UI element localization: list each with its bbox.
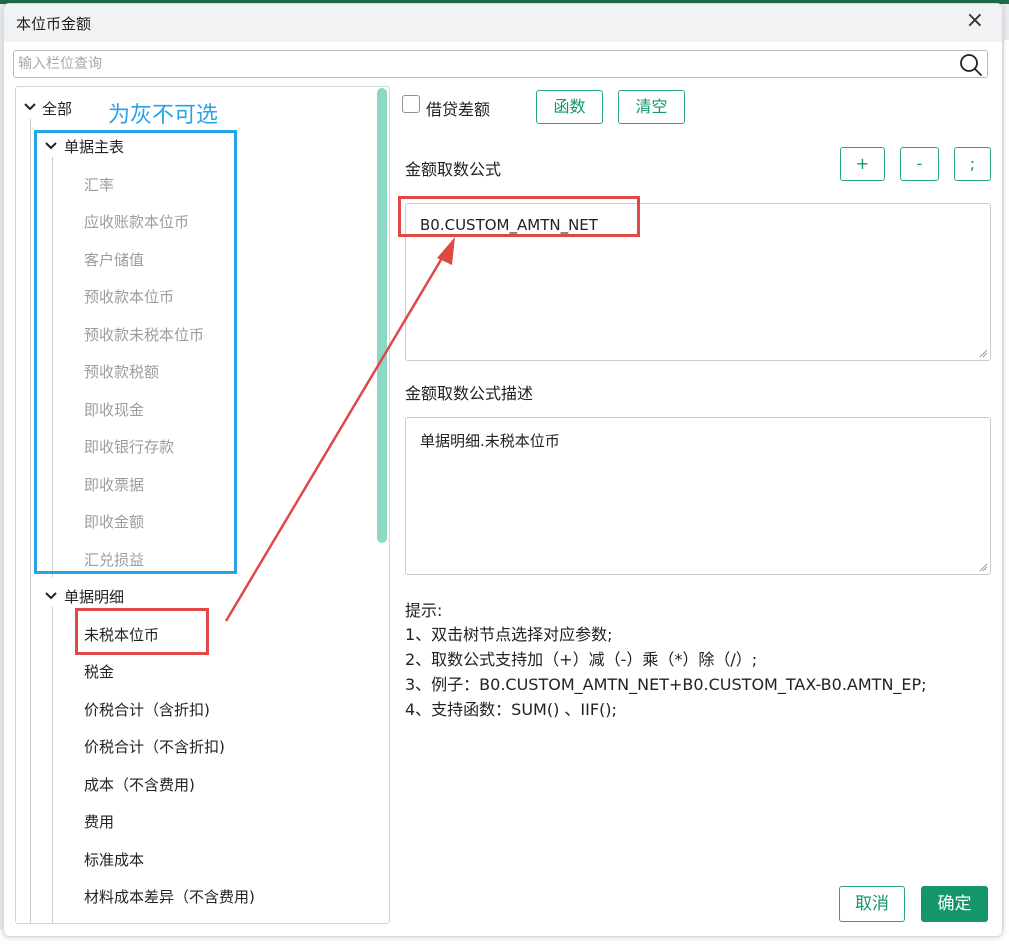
clear-button[interactable]: 清空 [618,90,685,124]
debit-credit-checkbox[interactable] [402,95,420,113]
tree-item[interactable]: 费用 [84,811,114,832]
dialog-titlebar: 本位币金额 × [4,4,1002,42]
field-search-input[interactable] [18,54,948,74]
annotation-disabled-note: 为灰不可选 [108,103,219,128]
tree-item[interactable]: 价税合计（含折扣) [84,699,210,720]
chevron-down-icon[interactable] [44,589,58,603]
chevron-down-icon[interactable] [23,100,37,114]
annotation-disabled-group-box [34,130,237,574]
tree-guide-line [52,607,53,923]
plus-button[interactable]: + [840,147,885,181]
tree-item[interactable]: 标准成本 [84,849,144,870]
tree-group-header[interactable]: 单据明细 [64,586,124,607]
hint-line: 4、支持函数：SUM() 、IIF(); [405,700,617,719]
background-app-edge [1004,40,1009,940]
tree-item[interactable]: 税金 [84,661,114,682]
annotation-selected-item-box [75,608,209,655]
tree-scrollbar[interactable] [377,88,387,543]
resize-grip-icon[interactable] [978,562,988,572]
hint-line: 2、取数公式支持加（+）减（-）乘（*）除（/）; [405,650,758,669]
tree-item[interactable]: 材料成本差异（不含费用) [84,886,255,907]
field-search-box [13,50,988,78]
formula-description-label: 金额取数公式描述 [405,384,534,403]
debit-credit-label[interactable]: 借贷差额 [426,96,490,120]
tree-item[interactable]: 成本（不含费用) [84,774,195,795]
formula-description-value: 单据明细.未税本位币 [420,432,560,450]
hint-line: 1、双击树节点选择对应参数; [405,625,613,644]
minus-button[interactable]: - [900,147,939,181]
hint-line: 3、例子：B0.CUSTOM_AMTN_NET+B0.CUSTOM_TAX-B0… [405,675,927,694]
cancel-button[interactable]: 取消 [839,886,905,922]
tree-node-root[interactable]: 全部 [42,98,72,119]
formula-label: 金额取数公式 [405,160,502,179]
annotation-formula-box [398,196,640,237]
resize-grip-icon[interactable] [978,348,988,358]
dialog-title: 本位币金额 [16,15,92,33]
close-icon[interactable]: × [966,9,984,33]
tree-guide-line [30,119,31,923]
confirm-button[interactable]: 确定 [921,886,988,922]
function-button[interactable]: 函数 [536,90,603,124]
hint-title: 提示: [405,601,443,620]
field-tree-panel: 全部 单据主表 汇率 应收账款本位币 客户储值 预收款本位币 预收款未税本位币 … [15,86,390,924]
semicolon-button[interactable]: ; [954,147,991,181]
tree-item[interactable]: 价税合计（不含折扣) [84,736,225,757]
search-icon[interactable] [959,53,983,77]
formula-description-textarea[interactable]: 单据明细.未税本位币 [405,417,991,575]
